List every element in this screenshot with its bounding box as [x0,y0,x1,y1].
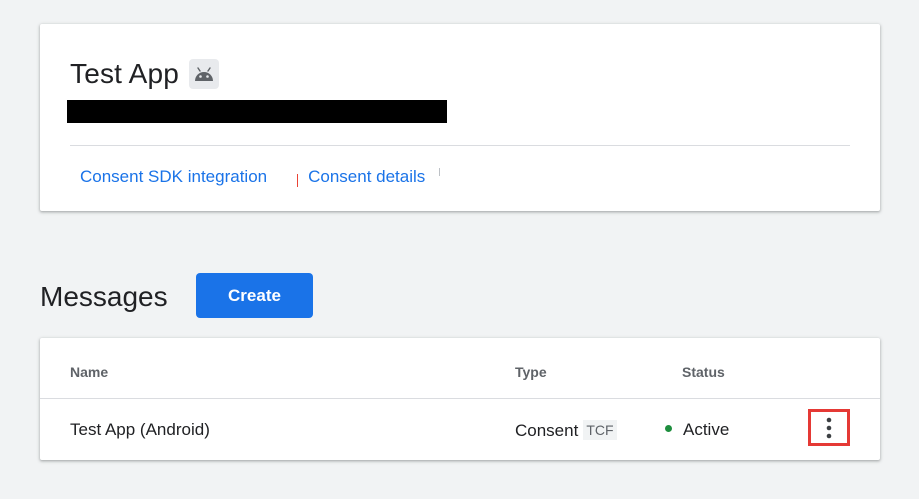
divider-tick [439,168,441,176]
column-header-status[interactable]: Status [682,364,725,380]
column-header-type[interactable]: Type [515,364,547,380]
messages-table: Name Type Status Test App (Android) Cons… [40,338,880,460]
table-row[interactable]: Test App (Android) Consent TCF Active [40,399,880,460]
app-title-row: Test App [70,58,220,90]
app-card-links: Consent SDK integration Consent details [80,167,441,187]
status-dot-icon [665,425,672,432]
more-options-button[interactable] [808,409,850,446]
create-button[interactable]: Create [196,273,313,318]
divider [70,145,850,146]
android-icon [189,59,220,89]
link-separator [297,173,299,187]
redacted-app-id [67,100,447,123]
messages-heading: Messages [40,281,168,312]
message-name[interactable]: Test App (Android) [70,420,210,440]
message-type-label: Consent [515,421,579,440]
message-type: Consent TCF [515,420,617,441]
app-card: Test App Consent SDK integration Consent… [40,24,880,211]
message-status: Active [665,420,729,440]
table-header: Name Type Status [40,338,880,399]
consent-details-link[interactable]: Consent details [308,167,425,187]
column-header-name[interactable]: Name [70,364,108,380]
tcf-badge: TCF [583,420,617,440]
status-label: Active [683,420,730,439]
consent-sdk-integration-link[interactable]: Consent SDK integration [80,167,267,187]
more-vert-icon [826,417,832,438]
app-title: Test App [70,58,180,89]
